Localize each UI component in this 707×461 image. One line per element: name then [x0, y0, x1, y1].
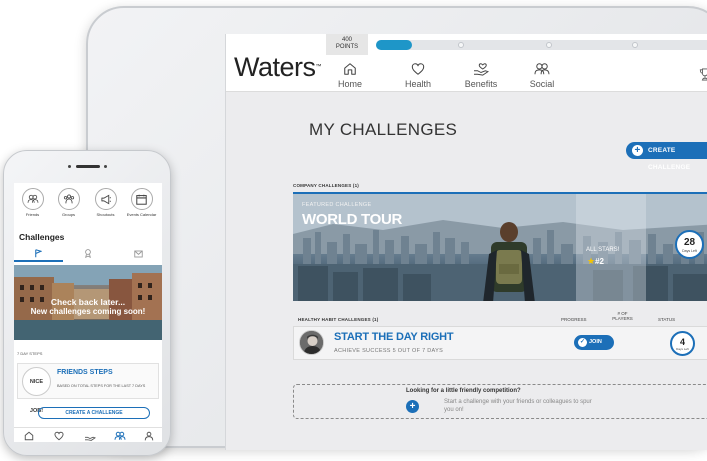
phone-speaker [76, 165, 100, 168]
phone-nav-label: Groups [61, 212, 76, 217]
phone-camera [68, 165, 71, 168]
featured-challenge-card[interactable]: FEATURED CHALLENGE WORLD TOUR ALL STARS!… [293, 192, 707, 301]
compete-title: Looking for a little friendly competitio… [406, 388, 521, 394]
star-icon: ★ [587, 256, 596, 266]
points-progress-bar [376, 40, 707, 50]
banner-line-2: New challenges coming soon! [30, 307, 146, 316]
create-competition-prompt: Looking for a little friendly competitio… [293, 384, 707, 419]
tablet-screen: Waters™ 400 POINTS Home Health Benefits … [225, 34, 707, 450]
phone-create-challenge-button[interactable]: CREATE A CHALLENGE [38, 407, 150, 419]
people-icon[interactable] [114, 431, 126, 441]
card-subtitle: BASED ON TOTAL STEPS FOR THE LAST 7 DAYS [57, 384, 146, 388]
company-challenges-label: COMPANY CHALLENGES (1) [293, 183, 359, 188]
nav-label: Benefits [464, 79, 498, 89]
home-icon[interactable] [24, 431, 34, 441]
active-tab-indicator [14, 260, 63, 262]
phone-section-title: Challenges [19, 232, 65, 242]
card-title: FRIENDS STEPS [57, 369, 113, 376]
points-box: 400 POINTS [326, 34, 368, 55]
phone-nav-label: Shoutouts [96, 212, 115, 217]
phone-bottom-nav [14, 427, 162, 442]
phone-nav-label: Friends [25, 212, 40, 217]
friends-steps-card[interactable]: NICE JOB! FRIENDS STEPS BASED ON TOTAL S… [17, 363, 159, 414]
trophy-icon[interactable] [699, 68, 707, 81]
nav-home[interactable]: Home [320, 62, 380, 89]
tablet-device: Waters™ 400 POINTS Home Health Benefits … [86, 6, 707, 450]
flag-icon [35, 249, 43, 258]
points-progress-fill [376, 40, 412, 50]
brand-logo[interactable]: Waters™ [234, 52, 321, 83]
habit-challenges-label: HEALTHY HABIT CHALLENGES (1) [298, 317, 379, 322]
habit-subtitle: ACHIEVE SUCCESS 5 OUT OF 7 DAYS [334, 348, 444, 354]
featured-title: WORLD TOUR [302, 211, 403, 228]
create-challenge-button[interactable]: + CREATE CHALLENGE [626, 142, 707, 171]
phone-sensor [104, 165, 107, 168]
challenge-avatar [299, 330, 324, 355]
phone-nav-label: Events Calendar [126, 212, 157, 217]
progress-milestone [632, 42, 638, 48]
days-left-label: Days Left [676, 347, 689, 351]
nav-label: Health [404, 79, 431, 89]
nav-benefits[interactable]: Benefits [451, 62, 511, 89]
hand-heart-icon [474, 63, 489, 76]
marketing-scene: Waters™ 400 POINTS Home Health Benefits … [0, 0, 707, 461]
phone-nav-friends[interactable]: Friends [15, 188, 50, 217]
heart-icon [411, 63, 425, 75]
team-rank: #2 [595, 257, 604, 266]
top-bar: Waters™ 400 POINTS Home Health Benefits … [226, 34, 707, 92]
nav-label: Social [529, 79, 555, 89]
join-button[interactable]: ✓ JOIN [574, 335, 614, 350]
home-icon [344, 63, 356, 75]
check-icon: ✓ [578, 338, 587, 347]
status-days-left-badge: 4 Days Left [670, 331, 695, 356]
phone-nav-groups[interactable]: Groups [51, 188, 86, 217]
hand-heart-icon[interactable] [84, 431, 96, 441]
status-column-header: STATUS [658, 317, 676, 322]
compete-text: Start a challenge with your friends or c… [444, 399, 592, 413]
mail-icon [133, 250, 143, 258]
plus-icon: + [632, 145, 643, 156]
page-title: MY CHALLENGES [309, 120, 458, 139]
progress-milestone [546, 42, 552, 48]
days-left-label: Days Left [682, 249, 697, 253]
people-icon [27, 194, 38, 203]
group-icon [63, 194, 74, 204]
featured-tag: FEATURED CHALLENGE [302, 202, 372, 208]
habit-title: START THE DAY RIGHT [334, 331, 454, 343]
progress-column-header: PROGRESS [561, 317, 587, 322]
points-value: 400 [341, 37, 352, 43]
medal-icon [85, 249, 91, 259]
team-name: ALL STARS! [586, 247, 620, 253]
days-left-number: 28 [683, 237, 696, 248]
calendar-icon [136, 194, 147, 205]
megaphone-icon [100, 194, 111, 204]
nav-label: Home [337, 79, 362, 89]
phone-device: Friends Groups Shoutouts Events Calendar… [3, 150, 171, 456]
progress-milestone [458, 42, 464, 48]
days-left-badge: 28 Days Left [675, 230, 704, 259]
players-column-header: # OF PLAYERS [612, 311, 633, 321]
no-challenges-banner: Check back later... New challenges comin… [14, 265, 162, 340]
main-content: MY CHALLENGES + CREATE CHALLENGE COMPANY… [226, 92, 707, 450]
add-challenge-button[interactable]: + [406, 400, 419, 413]
phone-nav-shoutouts[interactable]: Shoutouts [88, 188, 123, 217]
steps-section-label: 7 DAY STEPS [17, 351, 43, 356]
people-icon [534, 63, 550, 75]
points-label: POINTS [335, 44, 359, 50]
heart-icon[interactable] [54, 431, 64, 441]
nav-social[interactable]: Social [512, 62, 572, 89]
nice-job-badge: NICE JOB! [22, 367, 51, 414]
phone-nav-events-calendar[interactable]: Events Calendar [124, 188, 159, 217]
nav-health[interactable]: Health [388, 62, 448, 89]
habit-challenge-row[interactable]: START THE DAY RIGHT ACHIEVE SUCCESS 5 OU… [293, 326, 707, 360]
person-icon[interactable] [144, 431, 154, 441]
banner-line-1: Check back later... [50, 297, 126, 307]
days-left-number: 4 [679, 337, 685, 347]
phone-screen: Friends Groups Shoutouts Events Calendar… [14, 183, 162, 442]
